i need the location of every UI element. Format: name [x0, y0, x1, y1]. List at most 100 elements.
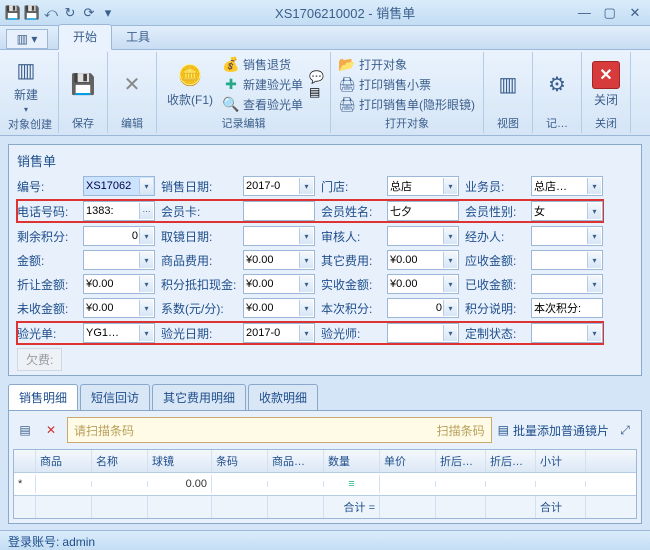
print-hidden-button[interactable]: 🖨打印销售单(隐形眼镜) [337, 95, 477, 114]
close-button[interactable]: ✕关闭 [588, 59, 624, 110]
field-points[interactable]: 0▾ [83, 226, 155, 246]
qat-undo-icon[interactable]: ⤺ [42, 4, 60, 22]
col-price[interactable]: 单价 [380, 450, 436, 472]
field-id[interactable]: XS17062▾ [83, 176, 155, 196]
save-button[interactable]: 💾 [65, 69, 101, 101]
status-bar: 登录账号: admin [0, 530, 650, 550]
lbl-goodsfee: 商品费用: [161, 252, 237, 269]
lbl-gender: 会员性别: [465, 203, 525, 220]
field-gender[interactable]: 女▾ [531, 201, 603, 221]
field-pointcash[interactable]: ¥0.00▾ [243, 274, 315, 294]
view-yg-button[interactable]: 🔍查看验光单 [221, 95, 305, 114]
view-button[interactable]: ▥ [490, 69, 526, 101]
lbl-phone: 电话号码: [17, 203, 77, 220]
field-mname[interactable]: 七夕 [387, 201, 459, 221]
lbl-handler: 经办人: [465, 228, 525, 245]
lbl-card: 会员卡: [161, 203, 237, 220]
arrears-label: 欠费: [17, 348, 62, 371]
col-barcode[interactable]: 条码 [212, 450, 268, 472]
new-yg-button[interactable]: ✚新建验光单 [221, 75, 305, 94]
sales-return-button[interactable]: 💰销售退货 [221, 55, 305, 74]
field-pickdate[interactable]: ▾ [243, 226, 315, 246]
lbl-coef: 系数(元/分): [161, 300, 237, 317]
collect-button[interactable]: 🪙收款(F1) [163, 59, 217, 110]
col-disc1[interactable]: 折后… [436, 450, 486, 472]
col-subtotal[interactable]: 小计 [536, 450, 586, 472]
tab-detail[interactable]: 销售明细 [8, 384, 78, 410]
qty-stepper-icon[interactable]: ≡ [324, 475, 380, 493]
maximize-icon[interactable]: ▢ [599, 4, 621, 22]
col-disc2[interactable]: 折后… [486, 450, 536, 472]
field-ygperson[interactable]: ▾ [387, 323, 459, 343]
close-icon[interactable]: ✕ [624, 4, 646, 22]
expand-icon[interactable]: ⤢ [615, 420, 635, 440]
field-ygdate[interactable]: 2017-0▾ [243, 323, 315, 343]
lbl-store: 门店: [321, 178, 381, 195]
minimize-icon[interactable]: — [573, 3, 595, 21]
delete-row-icon[interactable]: ✕ [41, 420, 61, 440]
table-row[interactable]: * 0.00 ≡ [14, 473, 636, 495]
field-auditor[interactable]: ▾ [387, 226, 459, 246]
open-object-button[interactable]: 📂打开对象 [337, 55, 477, 74]
tab-tools[interactable]: 工具 [112, 25, 164, 49]
field-pointnote[interactable]: 本次积分: [531, 298, 603, 318]
field-coef[interactable]: ¥0.00▾ [243, 298, 315, 318]
coins-icon: 🪙 [176, 61, 204, 89]
col-product[interactable]: 商品 [36, 450, 92, 472]
field-handler[interactable]: ▾ [531, 226, 603, 246]
tab-start[interactable]: 开始 [58, 24, 112, 50]
field-custom[interactable]: ▾ [531, 323, 603, 343]
field-date[interactable]: 2017-0▾ [243, 176, 315, 196]
tab-sms[interactable]: 短信回访 [80, 384, 150, 410]
lbl-actual: 实收金额: [321, 276, 381, 293]
sum-right: 合计 [536, 496, 586, 518]
barcode-input[interactable]: 请扫描条码扫描条码 [67, 417, 492, 443]
field-ygid[interactable]: YG1…▾ [83, 323, 155, 343]
view-yg-icon: 🔍 [223, 97, 239, 113]
col-sphere[interactable]: 球镜 [148, 450, 212, 472]
window-title: XS1706210002 - 销售单 [117, 3, 573, 22]
qat-redo-icon[interactable]: ↻ [61, 4, 79, 22]
field-goodsfee[interactable]: ¥0.00▾ [243, 250, 315, 270]
col-sel[interactable] [14, 450, 36, 472]
field-thispoints[interactable]: 0▾ [387, 298, 459, 318]
field-card[interactable] [243, 201, 315, 221]
qat-saveclose-icon[interactable]: 💾 [23, 4, 41, 22]
lbl-otherfee: 其它费用: [321, 252, 381, 269]
field-otherfee[interactable]: ¥0.00▾ [387, 250, 459, 270]
delete-button[interactable]: ✕ [114, 69, 150, 101]
new-button[interactable]: ▥新建▾ [8, 54, 44, 116]
form-title: 销售单 [17, 151, 633, 170]
tab-payment[interactable]: 收款明细 [248, 384, 318, 410]
lbl-ygdate: 验光日期: [161, 325, 237, 342]
field-received[interactable]: ▾ [531, 274, 603, 294]
lbl-received: 已收金额: [465, 276, 525, 293]
field-unreceived[interactable]: ¥0.00▾ [83, 298, 155, 318]
qat-refresh-icon[interactable]: ⟳ [80, 4, 98, 22]
batch-add-button[interactable]: ▤批量添加普通镜片 [498, 422, 609, 439]
add-row-icon[interactable]: ▤ [15, 420, 35, 440]
field-receivable[interactable]: ▾ [531, 250, 603, 270]
lbl-sales: 业务员: [465, 178, 525, 195]
col-prodx[interactable]: 商品… [268, 450, 324, 472]
app-menu-dropdown[interactable]: ▥ ▾ [6, 29, 48, 49]
tab-otherfee[interactable]: 其它费用明细 [152, 384, 246, 410]
record-button[interactable]: ⚙ [539, 69, 575, 101]
lbl-pointcash: 积分抵扣现金: [161, 276, 237, 293]
lbl-points: 剩余积分: [17, 228, 77, 245]
lbl-amount: 金额: [17, 252, 77, 269]
qat-dropdown-icon[interactable]: ▾ [99, 4, 117, 22]
col-name[interactable]: 名称 [92, 450, 148, 472]
field-store[interactable]: 总店▾ [387, 176, 459, 196]
field-discount[interactable]: ¥0.00▾ [83, 274, 155, 294]
sms-icon[interactable]: 💬 [309, 70, 324, 84]
print-ticket-button[interactable]: 🖨打印销售小票 [337, 75, 477, 94]
list-icon[interactable]: ▤ [309, 85, 324, 99]
field-actual[interactable]: ¥0.00▾ [387, 274, 459, 294]
view-icon: ▥ [494, 71, 522, 99]
qat-save-icon[interactable]: 💾 [4, 4, 22, 22]
field-phone[interactable]: 1383:⋯ [83, 201, 155, 221]
field-amount[interactable]: ▾ [83, 250, 155, 270]
field-sales[interactable]: 总店…▾ [531, 176, 603, 196]
col-qty[interactable]: 数量 [324, 450, 380, 472]
